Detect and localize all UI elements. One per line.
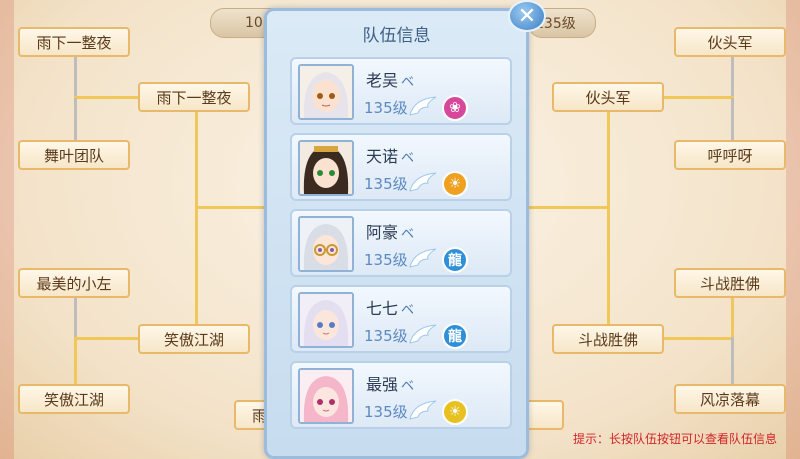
team-slot-right-2[interactable]: 呼呼呀 [674, 140, 786, 170]
bracket-line [195, 206, 265, 209]
sun-icon: ☀ [442, 171, 468, 197]
bracket-line [74, 96, 140, 99]
panel-title: 队伍信息 [362, 26, 431, 46]
bracket-line [731, 98, 734, 140]
gender-icon: ベ [401, 379, 415, 394]
member-card-3[interactable]: 阿豪ベ 135级 龍 [290, 209, 512, 277]
close-icon: ✕ [517, 3, 537, 29]
gender-icon: ベ [401, 151, 415, 166]
member-level: 135级 [364, 251, 408, 269]
team-slot-left-1[interactable]: 雨下一整夜 [18, 27, 130, 57]
bracket-line [74, 297, 77, 337]
wing-icon [409, 324, 437, 344]
member-card-2[interactable]: 天诺ベ 135级 ☀ [290, 133, 512, 201]
member-name: 阿豪ベ [366, 223, 415, 242]
team-slot-right-semi-1[interactable]: 伙头军 [552, 82, 664, 112]
bracket-line [731, 297, 734, 337]
member-card-4[interactable]: 七七ベ 135级 龍 [290, 285, 512, 353]
bracket-line [731, 56, 734, 98]
gender-icon: ベ [401, 303, 415, 318]
bracket-line [731, 337, 734, 384]
member-level: 135级 [364, 327, 408, 345]
member-name: 七七ベ [366, 299, 415, 318]
bracket-line [74, 56, 77, 98]
team-slot-left-4[interactable]: 笑傲江湖 [18, 384, 130, 414]
frame-right [786, 0, 800, 459]
wing-icon [409, 248, 437, 268]
avatar [298, 64, 354, 120]
avatar [298, 216, 354, 272]
member-name: 天诺ベ [366, 147, 415, 166]
bracket-line [195, 112, 198, 324]
wing-icon [409, 400, 437, 420]
frame-left [0, 0, 14, 459]
gender-icon: ベ [401, 75, 415, 90]
team-slot-left-semi-1[interactable]: 雨下一整夜 [138, 82, 250, 112]
member-name: 最强ベ [366, 375, 415, 394]
wing-icon [409, 172, 437, 192]
bracket-line [74, 337, 140, 340]
lotus-icon: ❀ [442, 95, 468, 121]
dragon-icon: 龍 [442, 247, 468, 273]
team-slot-right-final[interactable] [524, 400, 564, 430]
member-card-5[interactable]: 最强ベ 135级 ☀ [290, 361, 512, 429]
team-slot-right-1[interactable]: 伙头军 [674, 27, 786, 57]
sun-icon: ☀ [442, 399, 468, 425]
team-slot-right-3[interactable]: 斗战胜佛 [674, 268, 786, 298]
member-level: 135级 [364, 403, 408, 421]
gender-icon: ベ [401, 227, 415, 242]
avatar [298, 292, 354, 348]
member-level: 135级 [364, 99, 408, 117]
wing-icon [409, 96, 437, 116]
member-level: 135级 [364, 175, 408, 193]
bracket-line [74, 98, 77, 140]
bracket-line [662, 96, 734, 99]
dragon-icon: 龍 [442, 323, 468, 349]
avatar [298, 140, 354, 196]
avatar [298, 368, 354, 424]
close-button[interactable]: ✕ [508, 0, 546, 32]
team-slot-left-3[interactable]: 最美的小左 [18, 268, 130, 298]
hint-text: 提示：长按队伍按钮可以查看队伍信息 [573, 432, 778, 446]
member-name: 老吴ベ [366, 71, 415, 90]
team-slot-right-4[interactable]: 风凉落幕 [674, 384, 786, 414]
bracket-line [529, 206, 609, 209]
team-slot-left-2[interactable]: 舞叶团队 [18, 140, 130, 170]
bracket-line [607, 112, 610, 324]
bracket-line [662, 337, 734, 340]
team-slot-left-semi-2[interactable]: 笑傲江湖 [138, 324, 250, 354]
bracket-line [74, 337, 77, 384]
team-slot-right-semi-2[interactable]: 斗战胜佛 [552, 324, 664, 354]
member-card-1[interactable]: 老吴ベ 135级 ❀ [290, 57, 512, 125]
